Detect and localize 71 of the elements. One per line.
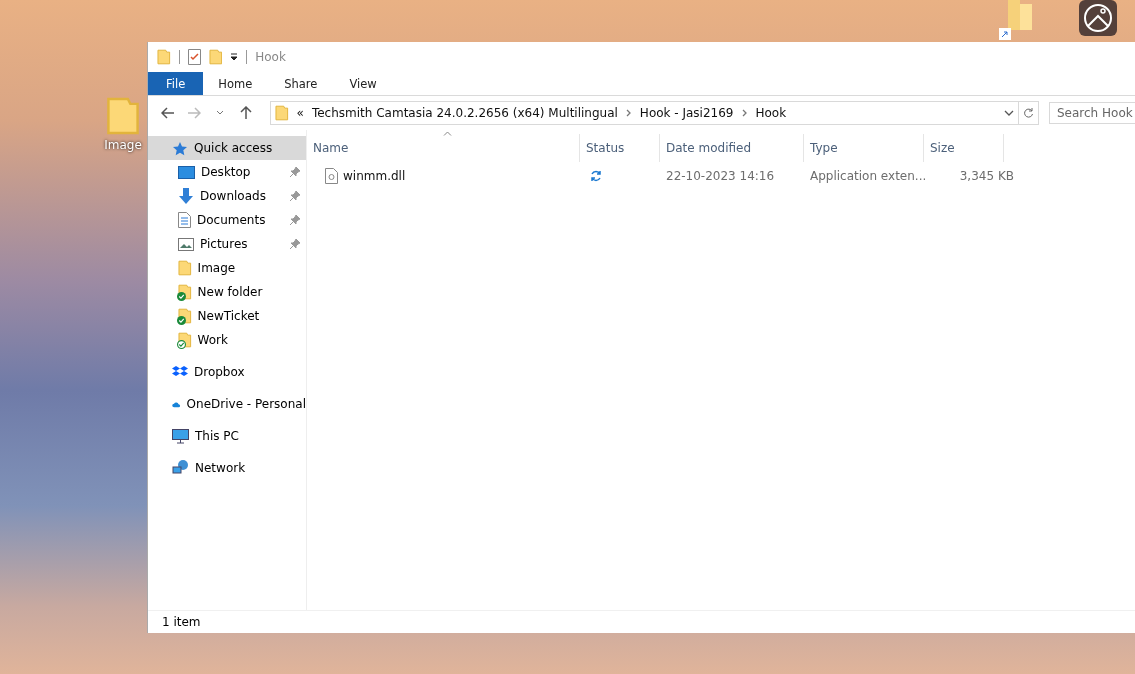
- overflow-chevron[interactable]: «: [296, 106, 304, 120]
- sidebar-label: OneDrive - Personal: [186, 397, 306, 411]
- sidebar-label: Work: [197, 333, 229, 347]
- file-row[interactable]: winmm.dll 22-10-2023 14:16 Application exten... 3,345 KB: [307, 164, 1135, 188]
- sidebar-item[interactable]: Downloads: [148, 184, 306, 208]
- image-icon: [1079, 0, 1117, 36]
- folder-shortcut-icon: [998, 0, 1034, 40]
- sidebar-label: Image: [197, 261, 237, 275]
- sidebar-label: Dropbox: [194, 365, 246, 379]
- ribbon-tab[interactable]: File: [148, 72, 204, 95]
- sidebar-item[interactable]: Network: [148, 456, 306, 480]
- breadcrumb-item[interactable]: Hook - Jasi2169: [639, 106, 734, 120]
- sidebar-label: Pictures: [200, 237, 249, 251]
- sidebar-item[interactable]: Quick access: [148, 136, 306, 160]
- breadcrumb-item[interactable]: Techsmith Camtasia 24.0.2.2656 (x64) Multilingual: [311, 106, 618, 120]
- monitor-icon: [178, 165, 195, 179]
- folder-icon: [106, 96, 140, 136]
- sidebar-item[interactable]: OneDrive - Personal: [148, 392, 306, 416]
- file-type: Application exten...: [810, 169, 927, 183]
- refresh-button[interactable]: [1019, 101, 1039, 125]
- checklist-icon[interactable]: [187, 49, 201, 65]
- sidebar-item[interactable]: Work: [148, 328, 306, 352]
- search-field[interactable]: Search Hook: [1049, 102, 1135, 124]
- folder-icon: [157, 49, 171, 65]
- sidebar-label: Network: [195, 461, 247, 475]
- star-icon: [172, 140, 188, 156]
- breadcrumb-item[interactable]: Hook: [755, 106, 787, 120]
- sidebar-item[interactable]: Documents: [148, 208, 306, 232]
- dropdown-caret-icon[interactable]: [230, 53, 239, 61]
- file-size: 3,345 KB: [959, 169, 1014, 183]
- sidebar-label: Documents: [197, 213, 267, 227]
- file-name: winmm.dll: [343, 169, 406, 183]
- date-modified: 22-10-2023 14:16: [666, 169, 775, 183]
- column-header[interactable]: Status: [580, 134, 660, 162]
- sidebar-item[interactable]: This PC: [148, 424, 306, 448]
- window-title: Hook: [255, 50, 286, 64]
- sidebar-item[interactable]: New folder: [148, 280, 306, 304]
- folder-icon: [208, 49, 223, 65]
- sidebar-label: Desktop: [201, 165, 252, 179]
- sidebar-label: NewTicket: [197, 309, 261, 323]
- chevron-icon: [741, 109, 748, 117]
- item-count: 1 item: [162, 615, 201, 629]
- sidebar-item[interactable]: Pictures: [148, 232, 306, 256]
- down-arrow-icon: [178, 188, 194, 204]
- folder-icon: [178, 260, 192, 276]
- column-header[interactable]: Size: [924, 134, 1004, 162]
- column-header[interactable]: Date modified: [660, 134, 804, 162]
- chevron-icon: [625, 109, 632, 117]
- address-bar[interactable]: « Techsmith Camtasia 24.0.2.2656 (x64) Multilingual Hook - Jasi2169 Hook: [270, 101, 1019, 125]
- refresh-icon: [1023, 107, 1034, 119]
- column-header[interactable]: Name: [307, 134, 580, 162]
- ribbon-tab[interactable]: View: [334, 72, 392, 95]
- network-icon: [172, 460, 189, 476]
- ribbon-tab[interactable]: Share: [269, 72, 333, 95]
- column-header[interactable]: Type: [804, 134, 924, 162]
- sidebar-item[interactable]: NewTicket: [148, 304, 306, 328]
- chevron-down-icon: [216, 110, 224, 116]
- sidebar-item[interactable]: Desktop: [148, 160, 306, 184]
- ribbon-tab[interactable]: Home: [203, 72, 268, 95]
- sidebar-label: This PC: [195, 429, 240, 443]
- folder-icon: [275, 105, 289, 121]
- sidebar-label: Downloads: [200, 189, 267, 203]
- sidebar-label: New folder: [197, 285, 264, 299]
- sidebar-item[interactable]: Dropbox: [148, 360, 306, 384]
- dll-file-icon: [325, 168, 338, 184]
- sidebar-item[interactable]: Image: [148, 256, 306, 280]
- picture-icon: [178, 237, 194, 251]
- sidebar-label: Quick access: [194, 141, 274, 155]
- document-icon: [178, 212, 191, 228]
- chevron-down-icon[interactable]: [1004, 110, 1014, 116]
- computer-icon: [172, 428, 189, 444]
